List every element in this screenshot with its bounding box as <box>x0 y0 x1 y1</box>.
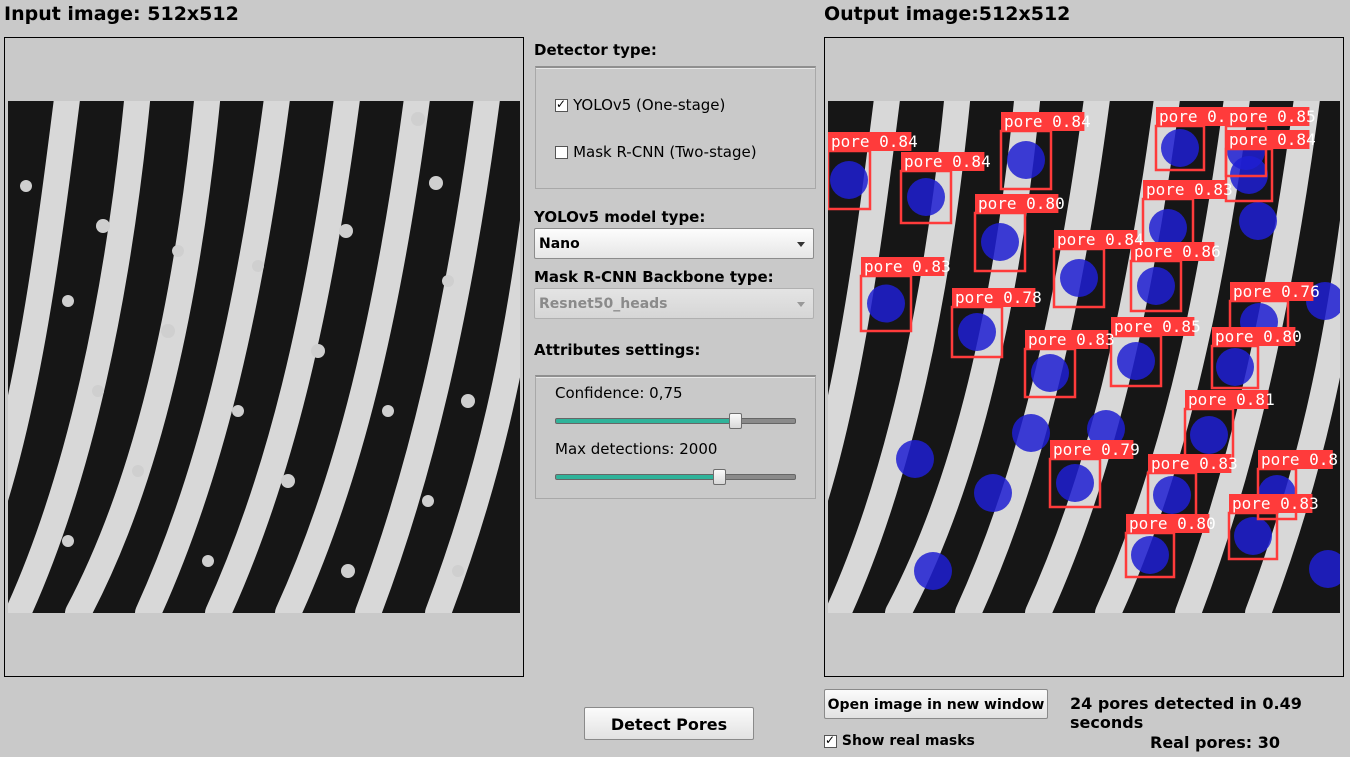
pore-mask <box>958 313 996 351</box>
show-real-masks-option[interactable]: Show real masks <box>824 733 975 749</box>
pore-mask <box>1012 414 1050 452</box>
detection-label: pore 0.83 <box>1151 454 1238 473</box>
chevron-down-icon <box>797 302 805 307</box>
max-detections-label: Max detections: 2000 <box>555 440 718 458</box>
detection-label: pore 0.80 <box>1215 327 1302 346</box>
yolo-model-label: YOLOv5 model type: <box>534 208 706 226</box>
real-pores-count: Real pores: 30 <box>1150 733 1280 752</box>
detection-label: pore 0.80 <box>1129 514 1216 533</box>
mask-rcnn-option[interactable]: Mask R-CNN (Two-stage) <box>555 142 757 161</box>
detection-label: pore 0.84 <box>904 152 991 171</box>
detection-label: pore 0.76 <box>1233 282 1320 301</box>
detect-pores-button[interactable]: Detect Pores <box>584 707 754 740</box>
detection-label: pore 0.79 <box>1053 440 1140 459</box>
pore-mask <box>1056 464 1094 502</box>
pore-mask <box>1190 416 1228 454</box>
input-image-title: Input image: 512x512 <box>4 3 239 25</box>
mask-rcnn-checkbox[interactable] <box>555 146 568 159</box>
detection-label: pore 0.84 <box>831 132 918 151</box>
open-image-window-button[interactable]: Open image in new window <box>824 689 1048 719</box>
mask-backbone-label: Mask R-CNN Backbone type: <box>534 268 774 286</box>
yolo-model-select[interactable]: Nano <box>534 228 814 259</box>
detection-label: pore 0.80 <box>978 194 1065 213</box>
confidence-slider-fill <box>556 419 736 423</box>
mask-backbone-select[interactable]: Resnet50_heads <box>534 288 814 319</box>
max-detections-slider[interactable] <box>555 469 796 485</box>
yolov5-checkbox[interactable] <box>555 97 568 112</box>
detection-label: pore 0.78 <box>955 288 1042 307</box>
detection-label: pore 0.85 <box>1229 107 1316 126</box>
pore-mask <box>914 552 952 590</box>
confidence-slider[interactable] <box>555 413 796 429</box>
output-image-frame: pore 0.84 pore 0.84 pore 0.84 pore 0.86 pore… <box>824 37 1344 677</box>
pore-mask <box>1117 342 1155 380</box>
yolov5-option-label: YOLOv5 (One-stage) <box>573 96 726 114</box>
pore-mask <box>1153 476 1191 514</box>
pore-mask <box>1161 129 1199 167</box>
pore-mask <box>896 440 934 478</box>
pore-mask <box>867 284 905 323</box>
detection-summary: 24 pores detected in 0.49 seconds <box>1070 694 1302 732</box>
fingerprint-ridges <box>8 101 520 613</box>
detection-label: pore 0.84 <box>1057 230 1144 249</box>
chevron-down-icon <box>797 242 805 247</box>
detection-label: pore 0.86 <box>1134 242 1221 261</box>
output-image-title: Output image:512x512 <box>824 3 1071 25</box>
mask-backbone-value: Resnet50_heads <box>539 296 668 312</box>
pore-mask <box>1137 267 1175 305</box>
show-real-masks-checkbox[interactable] <box>824 733 837 748</box>
pore-mask <box>830 161 868 199</box>
mask-rcnn-option-label: Mask R-CNN (Two-stage) <box>573 143 757 161</box>
detection-label: pore 0.83 <box>1232 494 1319 513</box>
show-real-masks-label: Show real masks <box>841 733 975 749</box>
pore-mask <box>981 223 1019 261</box>
detection-label: pore 0.83 <box>864 257 951 276</box>
max-detections-slider-fill <box>556 475 719 479</box>
detection-label: pore 0.8 <box>1261 450 1338 469</box>
pore-mask <box>907 178 945 216</box>
pore-mask <box>1060 259 1098 297</box>
attributes-group: Confidence: 0,75 Max detections: 2000 <box>535 375 816 499</box>
detection-label: pore 0.85 <box>1114 317 1201 336</box>
output-fingerprint-image: pore 0.84 pore 0.84 pore 0.84 pore 0.86 pore… <box>828 101 1340 613</box>
detector-type-label: Detector type: <box>534 41 657 59</box>
input-fingerprint-image <box>8 101 520 613</box>
detection-label: pore 0.84 <box>1004 112 1091 131</box>
input-image-frame <box>4 37 524 677</box>
pore-mask <box>1234 517 1272 555</box>
attributes-settings-label: Attributes settings: <box>534 341 701 359</box>
yolov5-option[interactable]: YOLOv5 (One-stage) <box>555 95 725 114</box>
pore-mask <box>1031 354 1069 392</box>
pore-mask <box>1216 348 1254 386</box>
detector-type-group: YOLOv5 (One-stage) Mask R-CNN (Two-stage… <box>535 66 816 189</box>
pore-mask <box>974 474 1012 512</box>
pore-mask <box>1007 141 1045 179</box>
confidence-label: Confidence: 0,75 <box>555 384 683 402</box>
pore-mask <box>1239 202 1277 240</box>
pore-mask <box>1131 536 1169 574</box>
detection-label: pore 0.83 <box>1146 180 1233 199</box>
output-fingerprint-ridges: pore 0.84pore 0.84pore 0.84 pore 0.86pore… <box>828 101 1340 613</box>
max-detections-slider-handle[interactable] <box>712 469 726 485</box>
confidence-slider-handle[interactable] <box>729 413 743 429</box>
detection-label: pore 0.81 <box>1188 390 1275 409</box>
detection-label: pore 0.84 <box>1229 130 1316 149</box>
yolo-model-value: Nano <box>539 236 580 252</box>
detection-label: pore 0.83 <box>1028 330 1115 349</box>
